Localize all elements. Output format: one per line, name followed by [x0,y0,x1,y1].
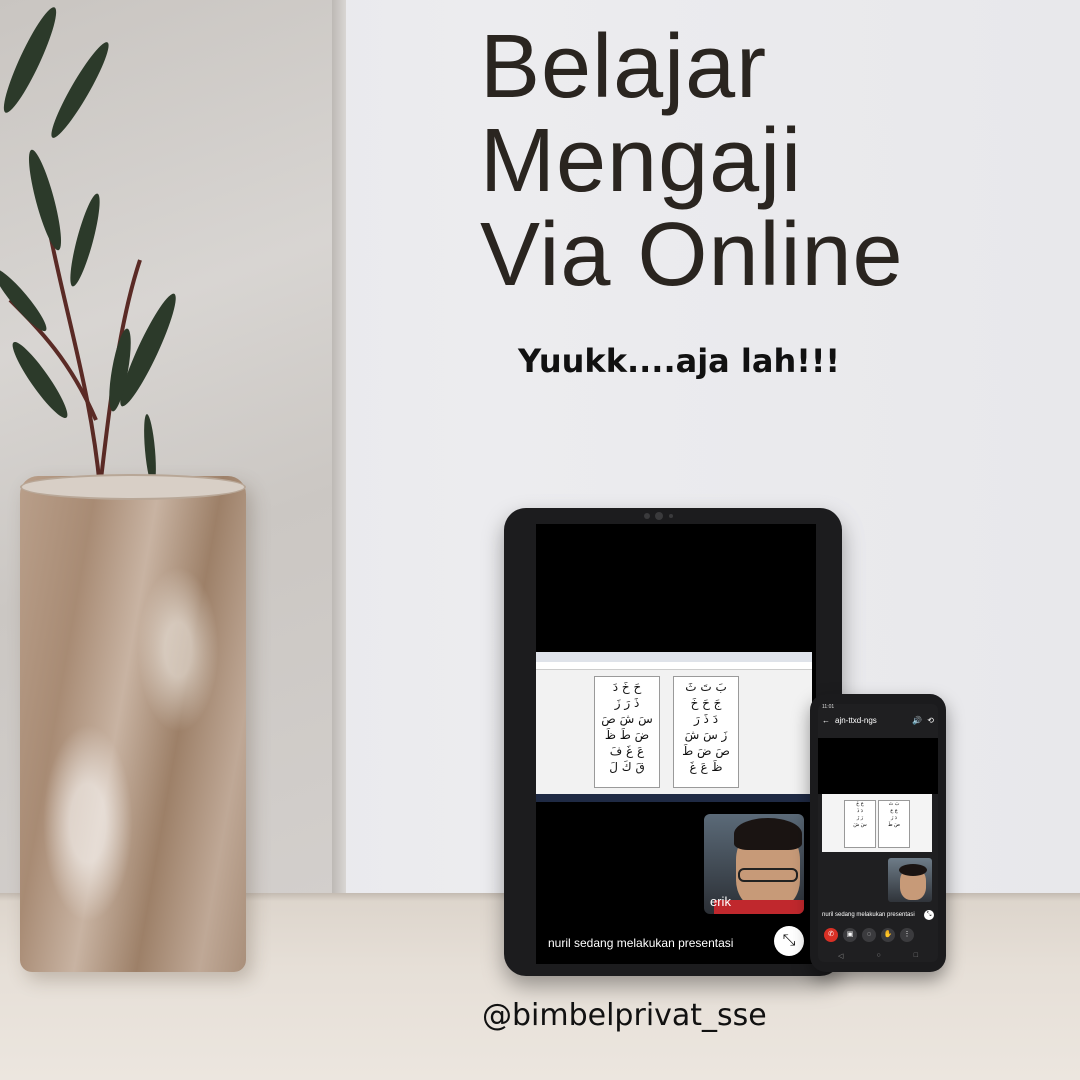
phone-app-bar: ← ajn-ttxd-ngs 🔊 ⟲ [818,712,938,728]
participant-hair [734,818,802,850]
tablet-device: حَ خَ دَ ذَ رَ زَ سَ شَ صَ ضَ طَ ظَ عَ غَ فَ… [504,508,842,976]
phone-participant-hair [899,864,927,876]
headline-line-1: Belajar [480,17,768,117]
participant-glasses [738,868,798,882]
tablet-meet-screen: حَ خَ دَ ذَ رَ زَ سَ شَ صَ ضَ طَ ظَ عَ غَ فَ… [536,524,816,964]
iqro-page-left: حَ خَ دَ ذَ رَ زَ سَ شَ صَ ضَ طَ ظَ عَ غَ فَ… [594,676,660,788]
plant-illustration [0,7,176,489]
phone-iqro-page-right: بَ تَ جَ حَ دَ رَ صَ طَ [878,800,910,848]
phone-iqro-page-left: حَ خَ دَ ذَ رَ زَ سَ شَ [844,800,876,848]
phone-status-bar: 11:01 [822,704,835,710]
phone-main-video [818,738,938,794]
presenting-status: nuril sedang melakukan presentasi [548,936,734,950]
headline-line-2: Mengaji [480,111,803,211]
hand-raise-icon[interactable]: ✋ [881,928,895,942]
minimize-icon: ⤡ [782,932,796,949]
nav-back-icon[interactable]: ◁ [838,952,843,960]
meeting-code: ajn-ttxd-ngs [835,715,877,725]
phone-call-controls: ✆ ▣ ◌ ✋ ⋮ [824,928,914,942]
tablet-sensor-icon [644,513,650,519]
minimize-button[interactable]: ⤡ [774,926,804,956]
speaker-icon[interactable]: 🔊 [912,716,922,725]
participant-name: erik [710,894,731,909]
camera-icon[interactable]: ▣ [843,928,857,942]
stone-panel-edge [332,0,346,895]
phone-presenting-status: nuril sedang melakukan presentasi [822,912,915,918]
phone-minimize-button[interactable]: ⤡ [924,910,934,920]
subheadline: Yuukk....aja lah!!! [518,342,841,380]
nav-recents-icon[interactable]: □ [914,952,918,960]
marble-vase [20,476,246,972]
more-icon[interactable]: ⋮ [900,928,914,942]
participant-video-tile[interactable]: erik [704,814,804,914]
iqro-page-right: بَ تَ ثَ جَ حَ خَ دَ ذَ رَ زَ سَ شَ صَ ضَ طَ… [673,676,739,788]
browser-tab-bar [536,652,812,662]
switch-camera-icon[interactable]: ⟲ [927,716,934,725]
tablet-sensor-dot-icon [669,514,673,518]
nav-home-icon[interactable]: ○ [876,952,880,960]
phone-meet-screen: 11:01 ← ajn-ttxd-ngs 🔊 ⟲ حَ خَ دَ ذَ رَ زَ… [818,704,938,962]
phone-shared-screen: حَ خَ دَ ذَ رَ زَ سَ شَ بَ تَ جَ حَ دَ رَ صَ ط… [822,794,932,852]
shared-screen: حَ خَ دَ ذَ رَ زَ سَ شَ صَ ضَ طَ ظَ عَ غَ فَ… [536,652,812,802]
headline-line-3: Via Online [480,205,904,305]
end-call-icon[interactable]: ✆ [824,928,838,942]
vase-rim [20,474,246,500]
social-handle: @bimbelprivat_sse [482,998,767,1033]
phone-nav-bar: ◁ ○ □ [838,952,918,960]
mic-off-icon[interactable]: ◌ [862,928,876,942]
taskbar [536,794,812,802]
phone-participant-tile[interactable] [888,858,932,902]
phone-device: 11:01 ← ajn-ttxd-ngs 🔊 ⟲ حَ خَ دَ ذَ رَ زَ… [810,694,946,972]
headline: Belajar Mengaji Via Online [480,20,1040,302]
browser-address-bar [536,662,812,670]
tablet-camera-icon [655,512,663,520]
back-arrow-icon[interactable]: ← [822,716,830,725]
